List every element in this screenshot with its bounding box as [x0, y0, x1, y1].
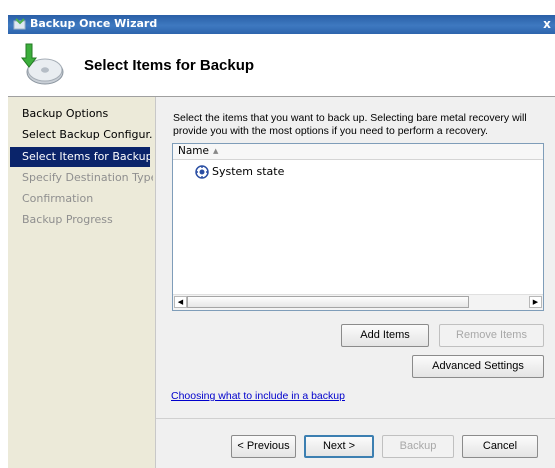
scroll-right-button[interactable]: ▶: [529, 296, 542, 308]
remove-items-button: Remove Items: [439, 324, 544, 347]
scrollbar-thumb[interactable]: [187, 296, 469, 308]
instructions-text: Select the items that you want to back u…: [173, 112, 527, 137]
previous-button[interactable]: < Previous: [231, 435, 296, 458]
system-state-icon: [195, 165, 209, 179]
list-item[interactable]: System state: [195, 164, 284, 180]
name-column-header[interactable]: Name: [178, 144, 209, 159]
step-backup-progress: Backup Progress: [22, 213, 113, 226]
scroll-left-button[interactable]: ◀: [174, 296, 187, 308]
chevron-left-icon: ◀: [177, 298, 184, 306]
cancel-button[interactable]: Cancel: [462, 435, 538, 458]
step-specify-destination-type: Specify Destination Type: [22, 171, 153, 184]
window-title: Backup Once Wizard: [30, 17, 158, 30]
footer-divider: [156, 418, 555, 419]
next-button[interactable]: Next >: [304, 435, 374, 458]
close-button[interactable]: x: [541, 15, 553, 33]
backup-button: Backup: [382, 435, 454, 458]
backup-items-list[interactable]: Name ▲ System state ◀ ▶: [172, 143, 544, 311]
step-select-backup-configuration[interactable]: Select Backup Configur...: [8, 125, 153, 145]
help-link[interactable]: Choosing what to include in a backup: [171, 390, 345, 402]
add-items-button[interactable]: Add Items: [341, 324, 429, 347]
list-header: Name ▲: [173, 144, 543, 160]
advanced-settings-button[interactable]: Advanced Settings: [412, 355, 544, 378]
list-item-label: System state: [212, 165, 285, 178]
backup-wizard-icon: [20, 43, 64, 85]
backup-icon: [13, 18, 26, 30]
wizard-header: Select Items for Backup: [8, 34, 555, 96]
wizard-steps-sidebar: Backup Options Select Backup Configur...…: [8, 97, 155, 468]
step-confirmation: Confirmation: [22, 192, 94, 205]
chevron-right-icon: ▶: [532, 298, 539, 306]
step-backup-options[interactable]: Backup Options: [8, 104, 153, 124]
horizontal-scrollbar[interactable]: ◀ ▶: [173, 294, 543, 310]
step-select-items-for-backup: Select Items for Backup: [10, 147, 150, 167]
page-title: Select Items for Backup: [84, 57, 255, 74]
title-bar: Backup Once Wizard x: [8, 15, 555, 34]
sort-ascending-icon: ▲: [213, 147, 219, 155]
main-content: Select the items that you want to back u…: [156, 97, 555, 468]
